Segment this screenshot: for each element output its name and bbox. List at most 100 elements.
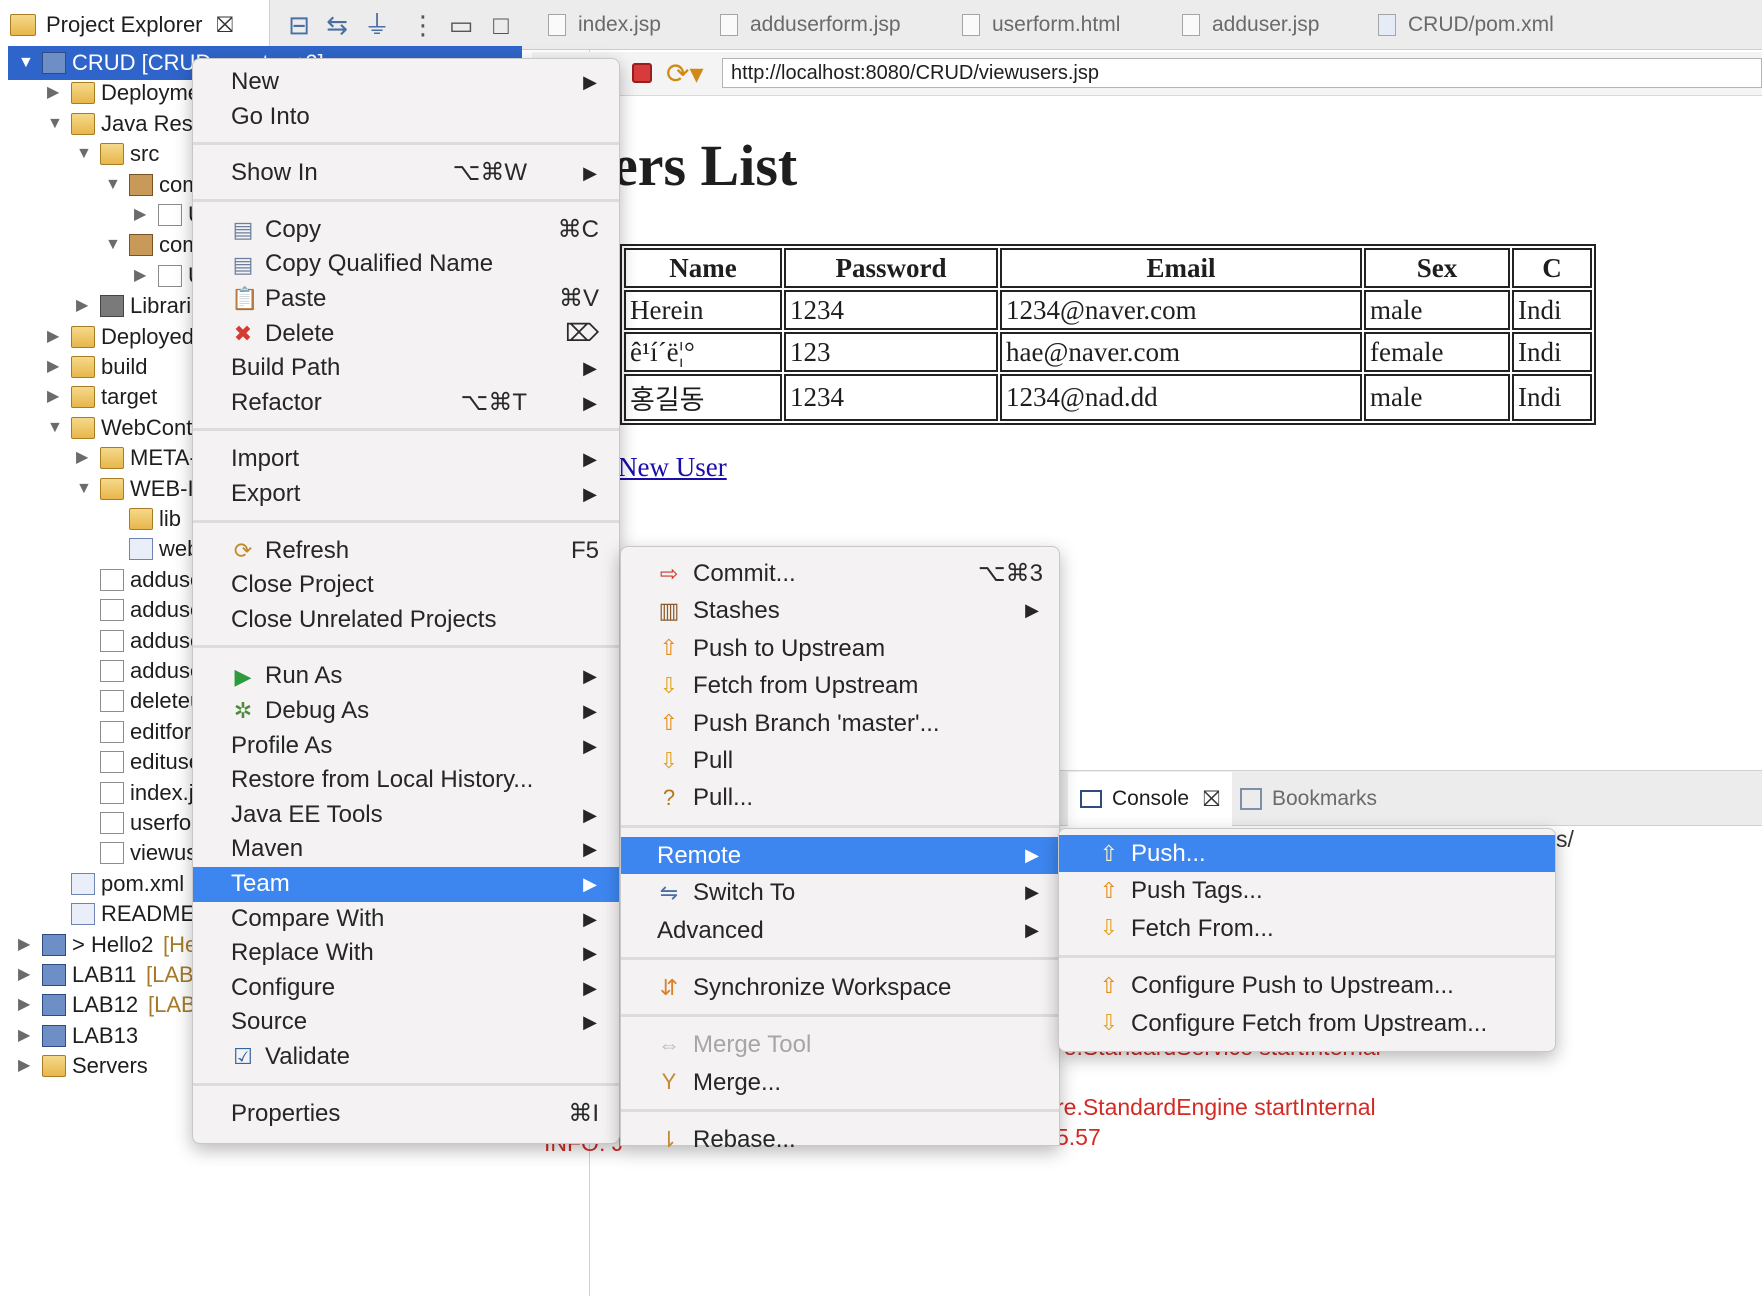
menu-item-configure-push-to-upstream[interactable]: ⇧ Configure Push to Upstream... — [1059, 967, 1555, 1004]
add-new-user-link[interactable]: New User — [618, 452, 727, 483]
menu-item-source[interactable]: Source ▶ — [193, 1005, 619, 1040]
expanded-arrow-icon[interactable]: ▼ — [105, 228, 125, 262]
menu-item-close-project[interactable]: Close Project — [193, 568, 619, 603]
menu-item-import[interactable]: Import ▶ — [193, 442, 619, 477]
menu-item-remote[interactable]: Remote ▶ — [621, 836, 1059, 875]
collapsed-arrow-icon[interactable]: ▶ — [47, 350, 67, 384]
menu-item-fetch-from-upstream[interactable]: ⇩ Fetch from Upstream — [621, 667, 1059, 704]
menu-item-team[interactable]: Team ▶ — [193, 867, 619, 902]
editor-tab[interactable]: adduser.jsp — [1182, 0, 1319, 50]
collapse-all-icon[interactable]: ⊟ — [284, 10, 314, 40]
collapsed-arrow-icon[interactable]: ▶ — [134, 259, 154, 293]
editor-tab[interactable]: index.jsp — [548, 0, 661, 50]
menu-item-refactor[interactable]: Refactor ⌥⌘T ▶ — [193, 386, 619, 421]
collapsed-arrow-icon[interactable]: ▶ — [18, 958, 38, 992]
submenu-arrow-icon: ▶ — [583, 735, 597, 756]
collapsed-arrow-icon[interactable]: ▶ — [18, 1019, 38, 1053]
console-tab[interactable]: Console ⛝ — [1068, 772, 1232, 826]
menu-item-show-in[interactable]: Show In ⌥⌘W ▶ — [193, 156, 619, 191]
close-icon[interactable]: ⛝ — [217, 12, 234, 38]
menu-item-push-tags[interactable]: ⇧ Push Tags... — [1059, 872, 1555, 909]
collapsed-arrow-icon[interactable]: ▶ — [134, 198, 154, 232]
expanded-arrow-icon[interactable]: ▼ — [18, 46, 38, 80]
submenu-arrow-icon: ▶ — [1025, 882, 1039, 903]
menu-item-configure[interactable]: Configure ▶ — [193, 971, 619, 1006]
menu-item-push-to-upstream[interactable]: ⇧ Push to Upstream — [621, 630, 1059, 667]
link-with-editor-icon[interactable]: ⇆ — [322, 10, 352, 40]
menu-item-copy-qualified-name[interactable]: ▤ Copy Qualified Name — [193, 247, 619, 282]
jsp-file-icon — [1182, 14, 1200, 36]
minimize-icon[interactable]: ▭ — [446, 10, 476, 40]
menu-item-java-ee-tools[interactable]: Java EE Tools ▶ — [193, 798, 619, 833]
collapsed-arrow-icon[interactable]: ▶ — [47, 380, 67, 414]
table-cell: Herein — [624, 290, 782, 330]
team-submenu: ⇨ Commit... ⌥⌘3 ▥ Stashes ▶ ⇧ Push to Upstream ⇩… — [620, 546, 1060, 1153]
menu-item-debug-as[interactable]: ✲ Debug As ▶ — [193, 694, 619, 729]
menu-item-merge[interactable]: Y Merge... — [621, 1064, 1059, 1101]
menu-item-go-into[interactable]: Go Into — [193, 100, 619, 135]
editor-tab[interactable]: CRUD/pom.xml — [1378, 0, 1554, 50]
close-icon[interactable]: ⛝ — [1203, 786, 1220, 812]
tree-item-label: Java Reso — [101, 110, 205, 136]
refresh-dropdown-icon[interactable]: ⟳▾ — [666, 57, 704, 90]
expanded-arrow-icon[interactable]: ▼ — [47, 411, 67, 445]
menu-item-new[interactable]: New ▶ — [193, 65, 619, 100]
collapsed-arrow-icon[interactable]: ▶ — [18, 928, 38, 962]
expanded-arrow-icon[interactable]: ▼ — [76, 472, 96, 506]
submenu-arrow-icon: ▶ — [583, 72, 597, 92]
menu-item-synchronize-workspace[interactable]: ⇵ Synchronize Workspace — [621, 969, 1059, 1006]
menu-item-pull[interactable]: ? Pull... — [621, 779, 1059, 816]
collapsed-arrow-icon[interactable]: ▶ — [47, 76, 67, 110]
menu-item-shortcut: ⌘C — [557, 215, 599, 243]
menu-item-close-unrelated-projects[interactable]: Close Unrelated Projects — [193, 603, 619, 638]
menu-item-stashes[interactable]: ▥ Stashes ▶ — [621, 592, 1059, 629]
editor-tab[interactable]: adduserform.jsp — [720, 0, 901, 50]
expanded-arrow-icon[interactable]: ▼ — [76, 137, 96, 171]
menu-item-refresh[interactable]: ⟳ Refresh F5 — [193, 534, 619, 569]
menu-item-build-path[interactable]: Build Path ▶ — [193, 351, 619, 386]
menu-item-restore-from-local-history[interactable]: Restore from Local History... — [193, 763, 619, 798]
menu-item-compare-with[interactable]: Compare With ▶ — [193, 902, 619, 937]
bookmarks-tab[interactable]: Bookmarks — [1240, 772, 1377, 826]
editor-tab[interactable]: userform.html — [962, 0, 1120, 50]
menu-item-rebase[interactable]: ⇂ Rebase... — [621, 1121, 1059, 1158]
collapsed-arrow-icon[interactable]: ▶ — [76, 289, 96, 323]
menu-item-copy[interactable]: ▤ Copy ⌘C — [193, 213, 619, 248]
collapsed-arrow-icon[interactable]: ▶ — [18, 1049, 38, 1083]
submenu-arrow-icon: ▶ — [583, 943, 597, 964]
menu-item-export[interactable]: Export ▶ — [193, 477, 619, 512]
menu-item-push[interactable]: ⇧ Push... — [1059, 835, 1555, 873]
menu-item-label: Copy Qualified Name — [265, 250, 494, 278]
menu-item-commit[interactable]: ⇨ Commit... ⌥⌘3 — [621, 555, 1059, 592]
collapsed-arrow-icon[interactable]: ▶ — [47, 320, 67, 354]
menu-item-maven[interactable]: Maven ▶ — [193, 832, 619, 867]
push-icon: ⇧ — [659, 635, 679, 661]
menu-item-delete[interactable]: ✖ Delete ⌦ — [193, 317, 619, 352]
menu-item-advanced[interactable]: Advanced ▶ — [621, 912, 1059, 949]
menu-item-fetch-from[interactable]: ⇩ Fetch From... — [1059, 910, 1555, 947]
menu-item-configure-fetch-from-upstream[interactable]: ⇩ Configure Fetch from Upstream... — [1059, 1005, 1555, 1042]
expanded-arrow-icon[interactable]: ▼ — [105, 168, 125, 202]
collapsed-arrow-icon[interactable]: ▶ — [76, 441, 96, 475]
menu-item-switch-to[interactable]: ⇋ Switch To ▶ — [621, 874, 1059, 911]
view-menu-icon[interactable]: ⋮ — [408, 10, 438, 40]
menu-item-run-as[interactable]: ▶ Run As ▶ — [193, 659, 619, 694]
url-field[interactable]: http://localhost:8080/CRUD/viewusers.jsp — [722, 58, 1762, 88]
menu-item-pull[interactable]: ⇩ Pull — [621, 742, 1059, 779]
menu-item-label: Fetch from Upstream — [693, 672, 919, 700]
expanded-arrow-icon[interactable]: ▼ — [47, 107, 67, 141]
project-explorer-tab[interactable]: Project Explorer ⛝ — [0, 0, 270, 50]
stop-icon[interactable] — [632, 63, 652, 83]
maximize-icon[interactable]: □ — [486, 10, 516, 40]
menu-item-replace-with[interactable]: Replace With ▶ — [193, 936, 619, 971]
menu-item-label: Advanced — [657, 916, 764, 944]
filter-icon[interactable]: ⏚ — [362, 10, 392, 40]
menu-item-push-branch-master[interactable]: ⇧ Push Branch 'master'... — [621, 705, 1059, 742]
source-folder-icon — [100, 143, 124, 166]
menu-item-validate[interactable]: ☑ Validate — [193, 1040, 619, 1075]
menu-item-paste[interactable]: 📋 Paste ⌘V — [193, 282, 619, 317]
menu-item-profile-as[interactable]: Profile As ▶ — [193, 729, 619, 764]
folder-icon — [71, 356, 95, 378]
menu-item-properties[interactable]: Properties ⌘I — [193, 1097, 619, 1132]
collapsed-arrow-icon[interactable]: ▶ — [18, 988, 38, 1022]
